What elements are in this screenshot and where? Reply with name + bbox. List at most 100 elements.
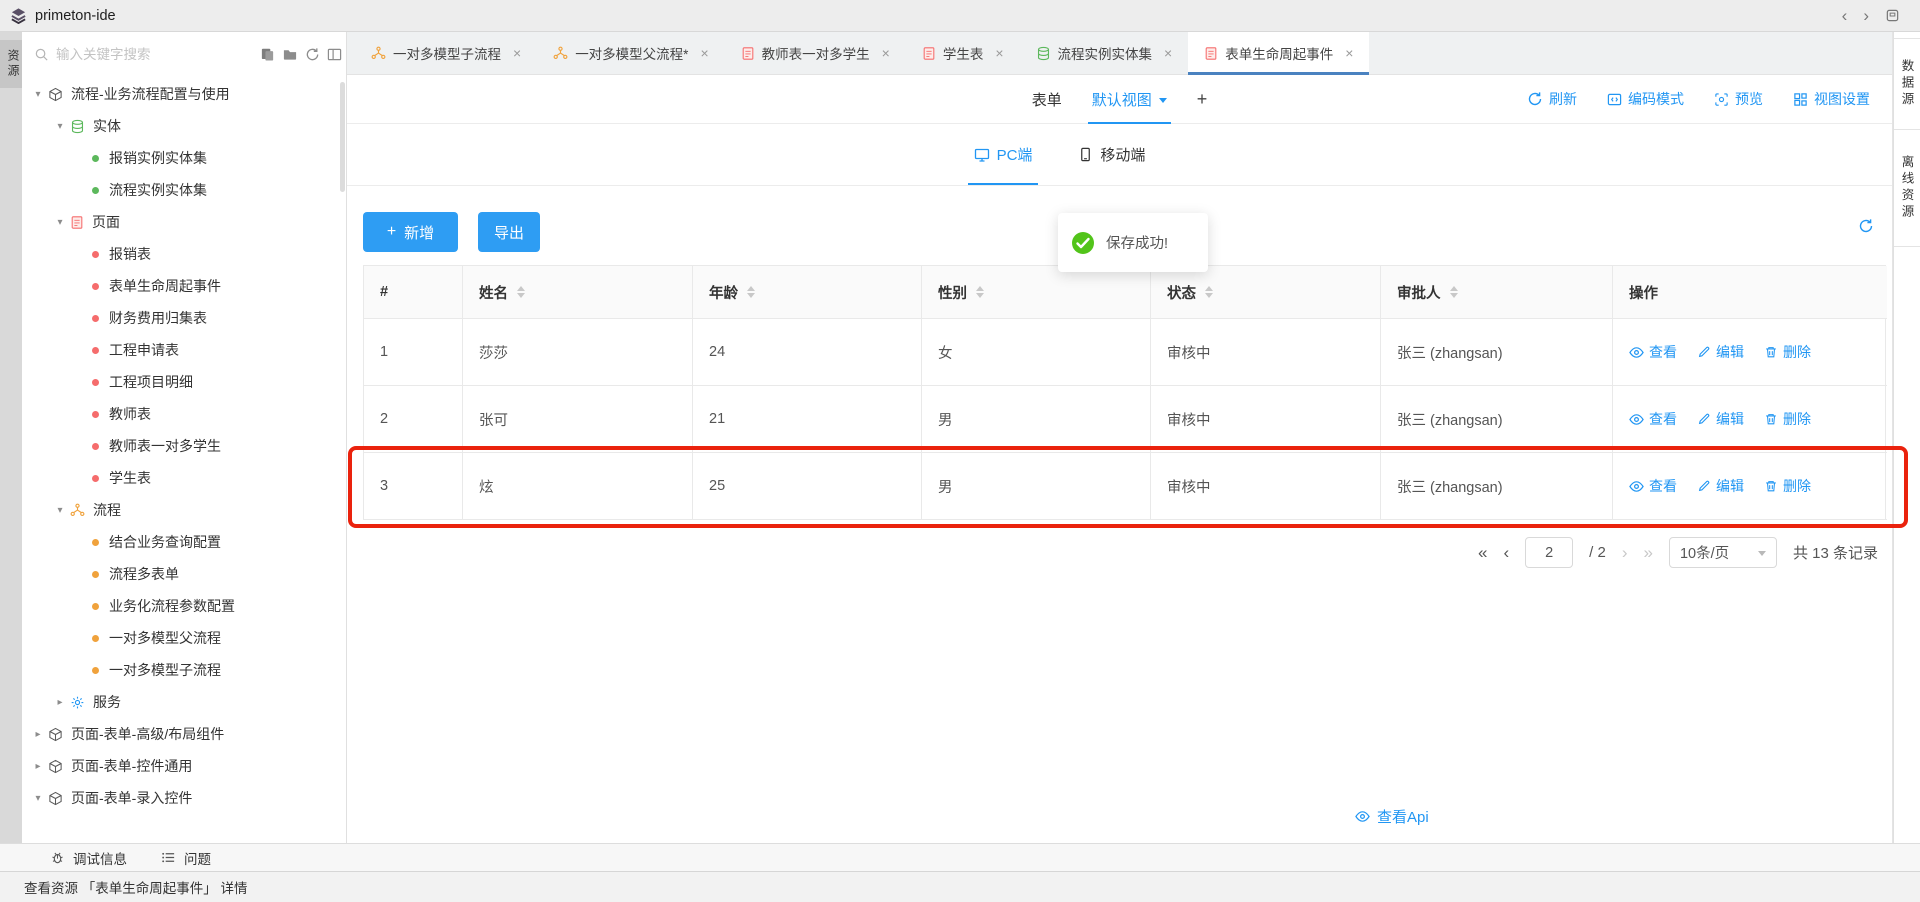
tree-item[interactable]: ▾流程-业务流程配置与使用: [22, 78, 340, 110]
export-button[interactable]: 导出: [478, 212, 540, 252]
sort-icon[interactable]: [747, 286, 755, 298]
editor-tab[interactable]: 流程实例实体集×: [1020, 32, 1189, 74]
editor-tab[interactable]: 表单生命周起事件×: [1188, 32, 1369, 74]
tree-item[interactable]: 结合业务查询配置: [22, 526, 340, 558]
refresh-tree-icon[interactable]: [305, 47, 320, 62]
tree-item[interactable]: ▸服务: [22, 686, 340, 718]
refresh-data-icon[interactable]: [1858, 218, 1874, 234]
caret-down-icon: [1205, 293, 1213, 298]
bullet-icon: [92, 187, 99, 194]
expand-arrow-icon[interactable]: ▸: [52, 697, 68, 708]
sort-icon[interactable]: [1205, 286, 1213, 298]
delete-link[interactable]: 删除: [1764, 342, 1811, 362]
editor-tab[interactable]: 学生表×: [906, 32, 1020, 74]
collapse-arrow-icon[interactable]: ▾: [30, 793, 46, 804]
sidebar-scrollbar[interactable]: [340, 82, 345, 192]
collapse-arrow-icon[interactable]: ▾: [52, 505, 68, 516]
add-view-button[interactable]: +: [1197, 75, 1208, 123]
tree-item[interactable]: ▸页面-表单-高级/布局组件: [22, 718, 340, 750]
tree-item[interactable]: 工程项目明细: [22, 366, 340, 398]
cube-icon: [48, 87, 63, 102]
tree-item[interactable]: ▸页面-表单-控件通用: [22, 750, 340, 782]
tree-item[interactable]: 教师表一对多学生: [22, 430, 340, 462]
edit-link[interactable]: 编辑: [1697, 476, 1744, 496]
close-tab-icon[interactable]: ×: [1164, 45, 1172, 61]
tree-item[interactable]: 教师表: [22, 398, 340, 430]
tree-item[interactable]: 财务费用归集表: [22, 302, 340, 334]
tree-item[interactable]: 报销表: [22, 238, 340, 270]
collapse-arrow-icon[interactable]: ▾: [52, 121, 68, 132]
column-header[interactable]: 性别: [922, 266, 1151, 319]
collapse-panel-icon[interactable]: [327, 47, 342, 62]
view-link[interactable]: 查看: [1629, 409, 1677, 429]
collapse-arrow-icon[interactable]: ▾: [52, 217, 68, 228]
editor-tab[interactable]: 教师表一对多学生×: [725, 32, 906, 74]
tree-item[interactable]: 一对多模型子流程: [22, 654, 340, 686]
close-tab-icon[interactable]: ×: [1345, 45, 1353, 61]
device-tab-mobile[interactable]: 移动端: [1078, 124, 1145, 185]
expand-arrow-icon[interactable]: ▸: [30, 729, 46, 740]
editor-tab[interactable]: 一对多模型子流程×: [355, 32, 537, 74]
close-tab-icon[interactable]: ×: [700, 45, 708, 61]
view-link[interactable]: 查看: [1629, 476, 1677, 496]
nav-back-icon[interactable]: ‹: [1842, 7, 1848, 24]
folder-icon[interactable]: [282, 47, 298, 62]
tree-item[interactable]: ▾页面-表单-录入控件: [22, 782, 340, 814]
column-header[interactable]: 状态: [1151, 266, 1381, 319]
column-header[interactable]: 审批人: [1381, 266, 1613, 319]
add-button[interactable]: + 新增: [363, 212, 458, 252]
view-api-link[interactable]: 查看Api: [1355, 806, 1429, 827]
tree-item[interactable]: 流程实例实体集: [22, 174, 340, 206]
code-button[interactable]: 编码模式: [1607, 89, 1684, 109]
view-settings-button[interactable]: 视图设置: [1793, 89, 1870, 109]
rail-tab-resources[interactable]: 资源: [0, 40, 22, 88]
page-input[interactable]: [1525, 537, 1573, 568]
editor-tab[interactable]: 一对多模型父流程*×: [537, 32, 724, 74]
copy-resource-icon[interactable]: [260, 47, 275, 62]
tree-item[interactable]: ▾页面: [22, 206, 340, 238]
expand-arrow-icon[interactable]: ▸: [30, 761, 46, 772]
column-header[interactable]: 姓名: [463, 266, 693, 319]
bullet-icon: [92, 155, 99, 162]
tree-item[interactable]: 流程多表单: [22, 558, 340, 590]
close-tab-icon[interactable]: ×: [513, 45, 521, 61]
tree-item[interactable]: 学生表: [22, 462, 340, 494]
refresh-button[interactable]: 刷新: [1527, 89, 1577, 109]
chevron-down-icon: [1159, 98, 1167, 103]
preview-button[interactable]: 预览: [1714, 89, 1763, 109]
delete-link[interactable]: 删除: [1764, 409, 1811, 429]
edit-link[interactable]: 编辑: [1697, 342, 1744, 362]
close-tab-icon[interactable]: ×: [882, 45, 890, 61]
column-header[interactable]: 年龄: [693, 266, 922, 319]
device-tab-pc[interactable]: PC端: [974, 124, 1033, 185]
tree-item[interactable]: 工程申请表: [22, 334, 340, 366]
next-page-button[interactable]: ›: [1622, 544, 1628, 561]
tree-item[interactable]: 表单生命周起事件: [22, 270, 340, 302]
first-page-button[interactable]: «: [1478, 544, 1487, 561]
delete-link[interactable]: 删除: [1764, 476, 1811, 496]
view-link[interactable]: 查看: [1629, 342, 1677, 362]
collapse-arrow-icon[interactable]: ▾: [30, 89, 46, 100]
tree-item[interactable]: ▾实体: [22, 110, 340, 142]
tree-item[interactable]: ▾流程: [22, 494, 340, 526]
view-tab-default[interactable]: 默认视图: [1092, 75, 1167, 123]
problems-tab[interactable]: 问题: [161, 848, 211, 868]
form-tab[interactable]: 表单: [1032, 75, 1062, 123]
rail-tab-datasource[interactable]: 数据源: [1894, 38, 1920, 130]
tree-item[interactable]: 报销实例实体集: [22, 142, 340, 174]
last-page-button[interactable]: »: [1644, 544, 1653, 561]
save-layout-icon[interactable]: [1885, 8, 1900, 23]
rail-tab-offline-resources[interactable]: 离线资源: [1894, 130, 1920, 247]
sort-icon[interactable]: [517, 286, 525, 298]
prev-page-button[interactable]: ‹: [1503, 544, 1509, 561]
debug-info-tab[interactable]: 调试信息: [50, 848, 127, 868]
page-size-select[interactable]: 10条/页: [1669, 537, 1777, 568]
edit-link[interactable]: 编辑: [1697, 409, 1744, 429]
close-tab-icon[interactable]: ×: [995, 45, 1003, 61]
sort-icon[interactable]: [1450, 286, 1458, 298]
nav-forward-icon[interactable]: ›: [1863, 7, 1869, 24]
search-input[interactable]: [56, 47, 253, 62]
sort-icon[interactable]: [976, 286, 984, 298]
tree-item[interactable]: 业务化流程参数配置: [22, 590, 340, 622]
tree-item[interactable]: 一对多模型父流程: [22, 622, 340, 654]
